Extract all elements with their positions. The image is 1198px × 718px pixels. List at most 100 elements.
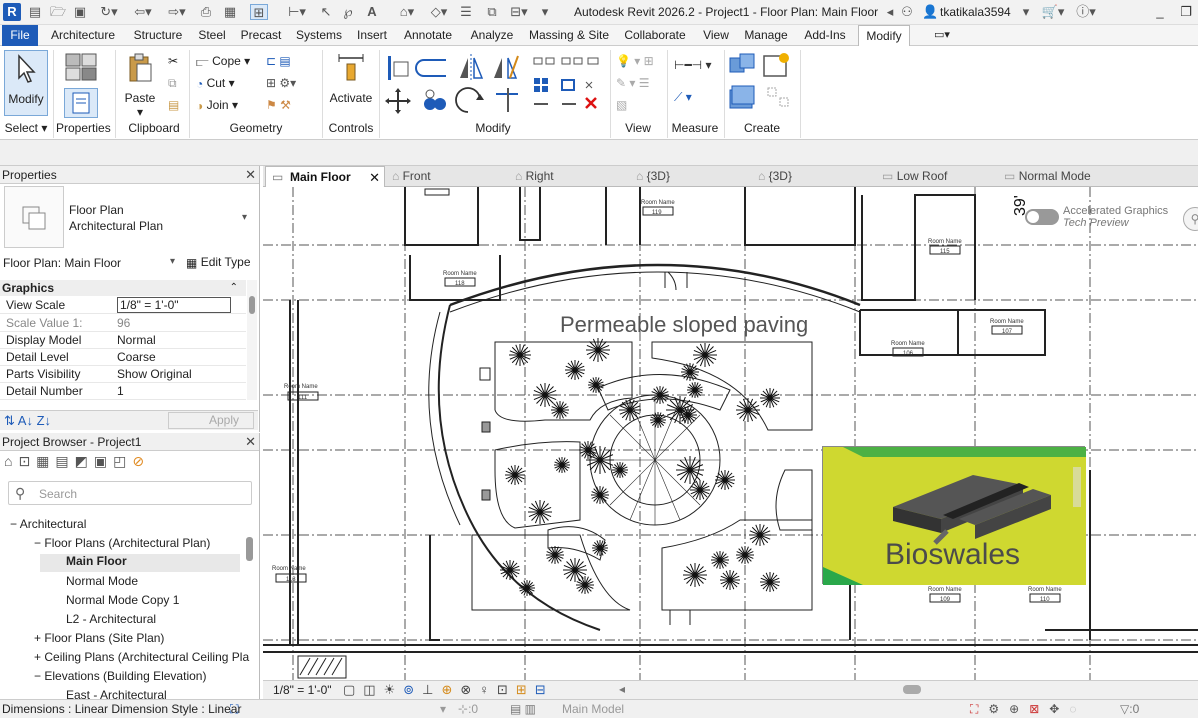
join-button[interactable]: ◑ Join ▾: [196, 96, 264, 114]
prop-row[interactable]: Detail Number 1: [0, 383, 246, 400]
cope-button[interactable]: ⫍ Cope ▾: [196, 52, 264, 70]
properties-toggle-icon[interactable]: [64, 88, 98, 118]
tab-annotate[interactable]: Annotate: [398, 25, 458, 46]
measure-icon[interactable]: ⊞: [250, 4, 268, 20]
close-tab-icon[interactable]: ✕: [369, 167, 380, 188]
switch-windows-icon[interactable]: ⊟▾: [506, 4, 532, 20]
tab-add-ins[interactable]: Add-Ins: [798, 25, 852, 46]
dimension-icon[interactable]: ⊢▾: [284, 4, 310, 20]
tree-item-main-floor[interactable]: Main Floor: [40, 554, 240, 572]
user-icon[interactable]: 👤: [922, 4, 938, 20]
tree-item-site-plans[interactable]: + Floor Plans (Site Plan): [34, 631, 164, 645]
search-input[interactable]: ⚲ Search: [8, 481, 252, 505]
revit-app-icon[interactable]: R: [3, 3, 21, 21]
tree-item-architectural[interactable]: − Architectural: [10, 517, 86, 531]
tag-icon[interactable]: ↖: [318, 4, 334, 20]
prop-row[interactable]: Display Model Normal: [0, 332, 246, 349]
drawing-canvas[interactable]: Room Name Room Name Room Name Room Name …: [263, 187, 1198, 680]
aligned-dimension-icon[interactable]: ⟋ ▾: [674, 88, 720, 106]
tab-collaborate[interactable]: Collaborate: [618, 25, 692, 46]
tree-item-normal-mode[interactable]: Normal Mode: [66, 574, 138, 588]
modify-button[interactable]: Modify: [4, 50, 48, 116]
split-face-icon[interactable]: ⊞ ⚙▾: [266, 74, 316, 92]
tab-insert[interactable]: Insert: [352, 25, 392, 46]
open-icon[interactable]: 🗁: [50, 4, 66, 20]
filter-count[interactable]: ▽:0: [1120, 700, 1139, 718]
tree-item-floor-plans-arch[interactable]: − Floor Plans (Architectural Plan): [34, 536, 210, 550]
section-icon[interactable]: ◇▾: [426, 4, 452, 20]
sort-icon[interactable]: ⇅ A↓ Z↓: [4, 413, 51, 429]
view-tab-main-floor[interactable]: ▭ Main Floor ✕: [265, 166, 385, 187]
tag-by-cat-icon[interactable]: ℘: [340, 4, 356, 20]
tab-systems[interactable]: Systems: [292, 25, 346, 46]
graphics-section[interactable]: Graphics ⌃: [0, 280, 246, 296]
create-tools[interactable]: [728, 52, 798, 118]
wall-joins-icon[interactable]: ⊏ ▤: [266, 52, 306, 70]
view-tab-3d[interactable]: ⌂ {3D}: [636, 166, 736, 187]
cut-icon[interactable]: ✂: [168, 52, 184, 70]
tab-architecture[interactable]: Architecture: [46, 25, 120, 46]
type-selector[interactable]: Floor Plan Architectural Plan: [69, 202, 163, 234]
horizontal-scrollbar[interactable]: [903, 685, 921, 694]
restore-button[interactable]: ❐: [1176, 2, 1196, 22]
print-icon[interactable]: ⎙: [198, 4, 214, 20]
copy-icon[interactable]: ⧉: [168, 74, 184, 92]
tree-item-l2-architectural[interactable]: L2 - Architectural: [66, 612, 156, 626]
tab-analyze[interactable]: Analyze: [464, 25, 520, 46]
help-icon[interactable]: ⓘ▾: [1072, 4, 1100, 20]
tree-item-elevations[interactable]: − Elevations (Building Elevation): [34, 669, 206, 683]
view-tab-low-roof[interactable]: ▭ Low Roof: [882, 166, 982, 187]
text-icon[interactable]: A: [364, 4, 380, 20]
user-name[interactable]: tkatikala3594: [940, 5, 1011, 19]
select-group-label[interactable]: Select ▾: [2, 121, 50, 135]
scroll-left-icon[interactable]: ◂: [619, 682, 625, 696]
binoculars-icon[interactable]: ⚇: [898, 4, 916, 20]
instance-filter[interactable]: Floor Plan: Main Floor: [3, 256, 121, 270]
hide-icon[interactable]: 💡 ▾ ⊞: [616, 52, 662, 70]
view-tab-normal-mode[interactable]: ▭ Normal Mode: [1004, 166, 1124, 187]
view-tab-3d-2[interactable]: ⌂ {3D}: [758, 166, 858, 187]
match-type-icon[interactable]: ▤: [168, 96, 184, 114]
undo-icon[interactable]: ⇦▾: [130, 4, 156, 20]
user-dropdown-icon[interactable]: ▾: [1020, 4, 1032, 20]
close-hidden-icon[interactable]: ⧉: [484, 4, 500, 20]
store-icon[interactable]: 🛒▾: [1040, 4, 1066, 20]
accelerated-graphics-toggle[interactable]: [1025, 209, 1059, 225]
tab-precast[interactable]: Precast: [236, 25, 286, 46]
thin-lines-icon[interactable]: ☰: [458, 4, 474, 20]
view-scale-input[interactable]: 1/8" = 1'-0": [117, 297, 231, 313]
prop-row[interactable]: Detail Level Coarse: [0, 349, 246, 366]
apply-button[interactable]: Apply: [168, 412, 254, 429]
type-properties-icon[interactable]: [64, 52, 98, 84]
tab-modify[interactable]: Modify: [858, 25, 910, 46]
minimize-button[interactable]: _: [1150, 2, 1170, 22]
ribbon-minimize-icon[interactable]: ▭▾: [926, 25, 958, 46]
workset-dropdown-icon[interactable]: ▾: [440, 700, 446, 718]
type-dropdown-icon[interactable]: ▾: [242, 212, 247, 223]
override-icon[interactable]: ✎ ▾ ☰: [616, 74, 662, 92]
view-control-icons[interactable]: ▢◫☀⊚⊥⊕⊗♀⊡⊞⊟: [343, 682, 554, 698]
browser-toolbar-icons[interactable]: ⌂⊡▦▤◩▣◰⊘: [4, 453, 150, 470]
close-icon[interactable]: ✕: [245, 433, 256, 451]
qat-menu-icon[interactable]: ▾: [538, 4, 552, 20]
properties-scrollbar[interactable]: [247, 280, 257, 400]
view-scale[interactable]: 1/8" = 1'-0": [273, 683, 332, 697]
sync-icon[interactable]: ↻▾: [96, 4, 122, 20]
3d-view-icon[interactable]: ⌂▾: [394, 4, 420, 20]
redo-icon[interactable]: ⇨▾: [164, 4, 190, 20]
tab-manage[interactable]: Manage: [740, 25, 792, 46]
design-options-icon[interactable]: ▤ ▥: [510, 700, 536, 718]
tree-item-ceiling-plans[interactable]: + Ceiling Plans (Architectural Ceiling P…: [34, 650, 249, 664]
cut-geometry-button[interactable]: ◔ Cut ▾: [196, 74, 264, 92]
instance-dropdown-icon[interactable]: ▾: [170, 256, 175, 267]
press-drag-icon[interactable]: ⛶: [230, 700, 238, 718]
save-icon[interactable]: ▣: [72, 4, 88, 20]
activate-button[interactable]: Activate: [328, 50, 374, 116]
browser-scrollbar[interactable]: [244, 513, 256, 693]
paint-icon[interactable]: ⚑ ⚒: [266, 96, 306, 114]
infocenter-arrow-icon[interactable]: ◂: [884, 4, 896, 20]
close-icon[interactable]: ✕: [245, 166, 256, 184]
paste-button[interactable]: Paste ▾: [120, 50, 160, 119]
tab-file[interactable]: File: [2, 25, 38, 46]
selection-toggle-icons[interactable]: ⛶⚙⊕⊠✥◌: [970, 700, 1087, 718]
